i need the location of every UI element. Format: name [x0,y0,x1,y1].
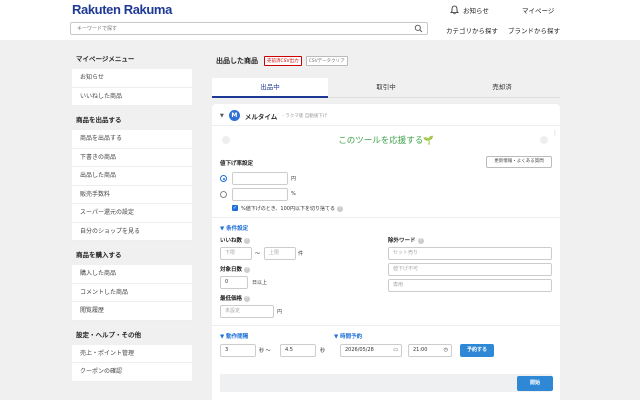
conditions-section-toggle[interactable]: ▼ 条件設定 [220,224,248,232]
notice-link[interactable]: お知らせ [450,5,489,15]
sidebar-section-title: 設定・ヘルプ・その他 [76,330,141,339]
min-price-input[interactable]: 未設定 [220,305,274,318]
footer-bar [220,374,552,392]
sidebar-section-title: マイページメニュー [76,55,135,63]
schedule-section-toggle[interactable]: ▼ 時間予約 [334,332,362,340]
interval-section-toggle[interactable]: ▼ 動作間隔 [220,332,248,340]
exclude-word-input-1[interactable]: セット売り [388,247,552,260]
tool-name: メルタイム [244,112,278,121]
interval-min-input[interactable]: 3 [220,344,256,357]
sidebar-item-sell[interactable]: 商品を出品する [72,130,192,149]
bell-icon [450,5,459,15]
sidebar-item-listed[interactable]: 出品した商品 [72,167,192,186]
sidebar-item-drafts[interactable]: 下書きの商品 [72,149,192,167]
divider [212,125,560,126]
percent-unit: % [291,191,296,197]
round-down-checkbox[interactable]: ✓ [232,205,238,211]
search-input[interactable] [71,23,401,34]
sidebar: マイページメニュー お知らせ いいねした商品 商品を出品する 商品を出品する 下… [72,40,192,382]
sidebar-item-sales-points[interactable]: 売上・ポイント管理 [72,345,192,363]
likes-upper-input[interactable]: 上限 [264,247,296,260]
panel-header[interactable]: ▼ M メルタイム - ラクマ版 自動値下げ [220,110,327,121]
sidebar-group-mypage: お知らせ いいねした商品 [72,69,192,106]
schedule-time-input[interactable]: 21:00 ◷ [408,344,452,357]
divider [212,217,560,218]
yen-unit: 円 [277,309,283,315]
help-icon[interactable]: ? [417,237,424,244]
sidebar-section-title: 商品を購入する [76,251,122,259]
meltime-panel: ▼ M メルタイム - ラクマ版 自動値下げ このツールを応援する🌱 ⋮ 値下げ… [212,104,560,400]
exclude-words-label: 除外ワード? [388,237,424,244]
search-icon[interactable] [414,24,423,33]
help-icon[interactable]: ? [244,295,251,302]
meltime-logo-icon: M [228,110,240,121]
likes-lower-input[interactable]: 下限 [220,247,252,260]
exclude-word-input-3[interactable]: 専用 [388,279,552,292]
search-box [70,22,428,35]
schedule-date-input[interactable]: 2026/05/28 ▭ [340,344,402,357]
sidebar-item-notices[interactable]: お知らせ [72,69,192,88]
title-row: 出品した商品 売前済CSV出力 CSVデータクリア [216,56,348,66]
price-down-label: 値下げ率設定 [220,161,254,167]
sidebar-group-settings: 売上・ポイント管理 クーポンの確認 [72,344,192,382]
help-icon[interactable]: ? [244,237,251,244]
category-link[interactable]: カテゴリから探す [446,25,498,35]
count-unit: 件 [298,251,304,257]
percent-input[interactable] [232,188,288,201]
min-price-label: 最低価格? [220,295,251,302]
interval-range-label: 秒 〜 [259,348,271,354]
csv-clear-button[interactable]: CSVデータクリア [305,56,348,66]
banner-right-dot [540,136,548,144]
collapse-triangle-icon[interactable]: ▼ [220,113,224,119]
update-help-button[interactable]: 更新情報・よくある質問 [486,156,552,168]
sidebar-item-super-rebate[interactable]: スーパー還元の設定 [72,204,192,223]
divider [212,325,560,326]
sidebar-group-sell: 商品を出品する 下書きの商品 出品した商品 販売手数料 スーパー還元の設定 自分… [72,130,192,241]
tab-trading[interactable]: 取引中 [328,78,444,98]
brand-link[interactable]: ブランドから探す [508,25,560,35]
clock-icon[interactable]: ◷ [444,345,448,356]
sidebar-item-my-shop[interactable]: 自分のショップを見る [72,223,192,241]
tool-subtitle: - ラクマ版 自動値下げ [282,113,328,119]
rakuma-logo[interactable]: Rakuten Rakuma [72,2,172,17]
sidebar-item-history[interactable]: 閲覧履歴 [72,302,192,321]
round-down-label: %値下げのとき、100円以下を切り捨てる? [241,205,343,212]
support-link[interactable]: このツールを応援する🌱 [212,134,560,146]
sidebar-item-commented[interactable]: コメントした商品 [72,284,192,302]
listing-tabs: 出品中 取引中 売却済 [212,78,560,98]
calendar-icon[interactable]: ▭ [393,345,398,356]
interval-max-input[interactable]: 4.5 [280,344,316,357]
tab-sold[interactable]: 売却済 [444,78,560,98]
sidebar-item-coupons[interactable]: クーポンの確認 [72,363,192,382]
header: Rakuten Rakuma お知らせ マイページ カテゴリから探す ブランドか… [0,0,640,40]
days-label: 対象日数? [220,266,251,273]
tab-listing[interactable]: 出品中 [212,78,328,98]
days-unit: 日以上 [252,280,268,286]
sidebar-item-purchased[interactable]: 購入した商品 [72,265,192,284]
more-icon[interactable]: ⋮ [552,130,558,137]
csv-export-button[interactable]: 売前済CSV出力 [264,56,302,66]
help-icon[interactable]: ? [336,205,343,212]
start-button[interactable]: 開始 [517,376,553,391]
help-icon[interactable]: ? [244,266,251,273]
likes-label: いいね数? [220,237,251,244]
yen-radio[interactable] [220,175,227,182]
sec-unit: 秒 [320,348,326,354]
sidebar-group-buy: 購入した商品 コメントした商品 閲覧履歴 [72,265,192,321]
schedule-button[interactable]: 予約する [460,344,494,357]
sidebar-section-title: 商品を出品する [76,116,122,124]
page-title: 出品した商品 [216,57,258,65]
exclude-word-input-2[interactable]: 値下げ不可 [388,263,552,276]
range-tilde: 〜 [255,251,261,257]
percent-radio[interactable] [220,191,227,198]
yen-unit: 円 [291,176,297,182]
days-input[interactable]: 0 [220,276,248,289]
sidebar-item-fees[interactable]: 販売手数料 [72,186,192,204]
yen-amount-input[interactable] [232,172,288,185]
mypage-link[interactable]: マイページ [522,5,554,15]
sidebar-item-liked[interactable]: いいねした商品 [72,88,192,106]
